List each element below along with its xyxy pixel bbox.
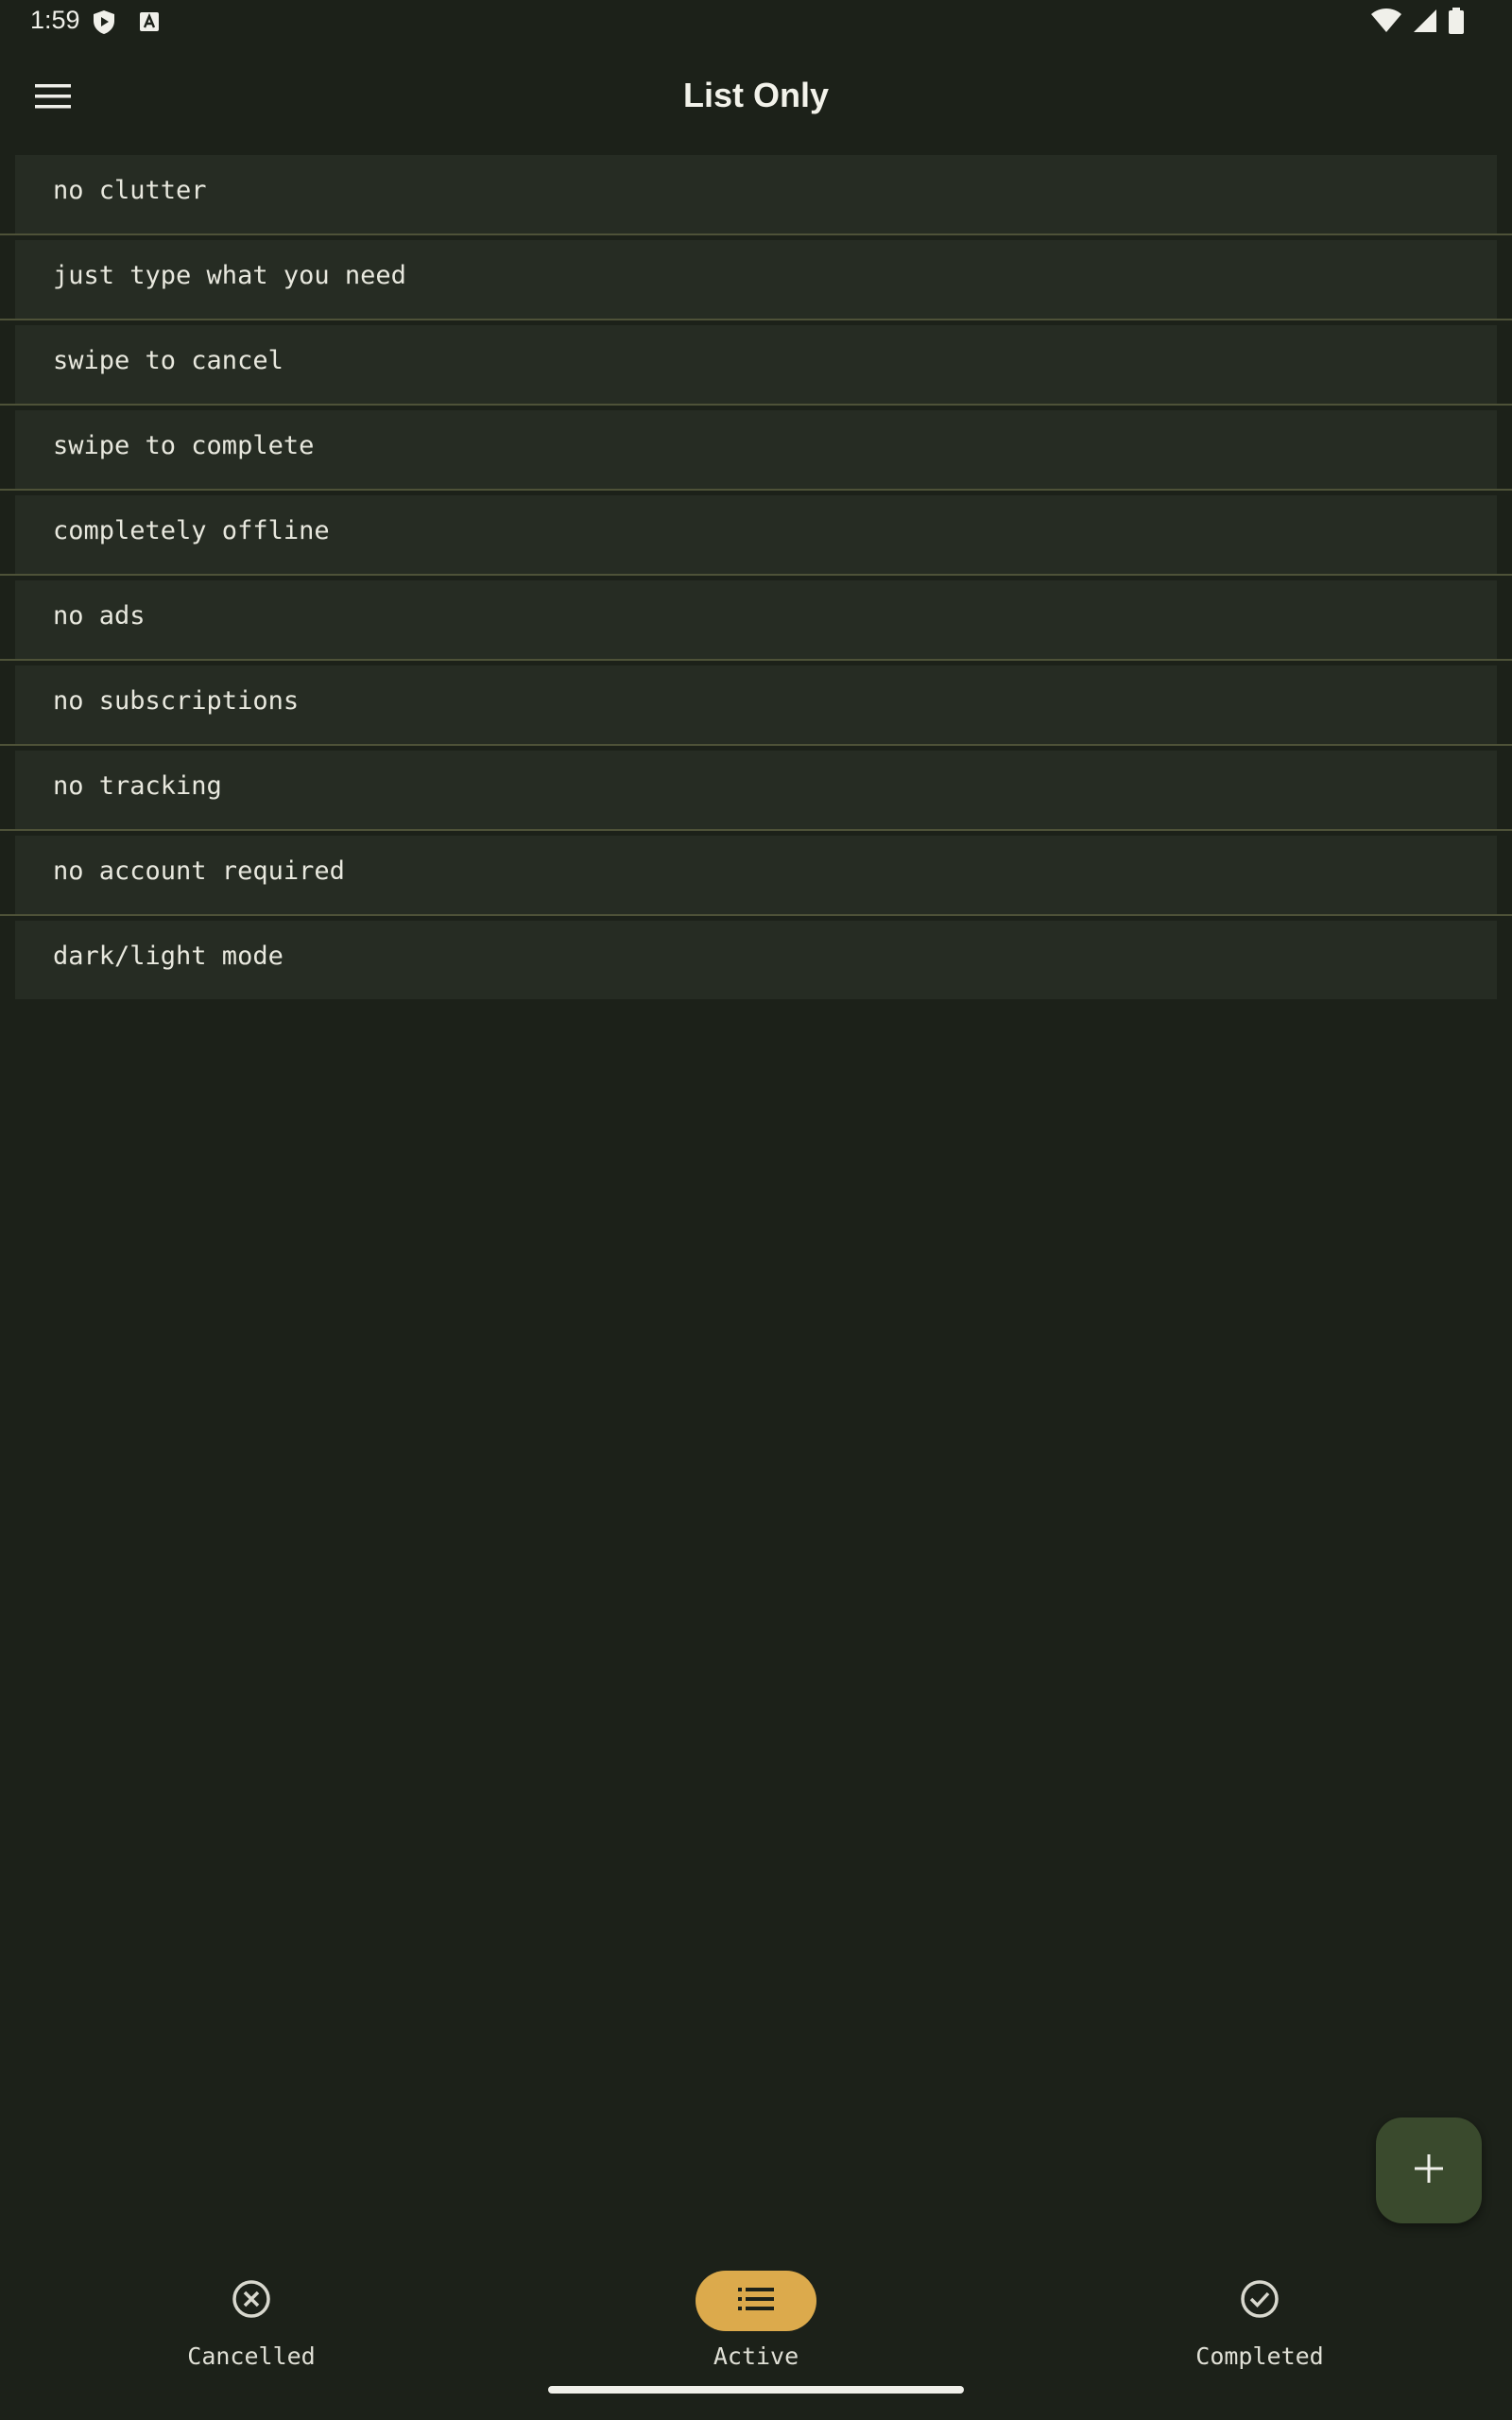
- page-title: List Only: [682, 76, 830, 114]
- task-card[interactable]: no account required: [15, 836, 1497, 914]
- task-text: no ads: [53, 601, 146, 631]
- add-task-button[interactable]: [1376, 2118, 1482, 2223]
- nav-indicator-active: [696, 2271, 816, 2331]
- battery-icon: [1448, 8, 1465, 39]
- nav-label: Active: [713, 2342, 799, 2370]
- keyboard-a-icon: [136, 9, 163, 35]
- divider: [0, 404, 1512, 406]
- task-card[interactable]: no clutter: [15, 155, 1497, 233]
- list-item[interactable]: no account required: [0, 836, 1512, 921]
- list-item[interactable]: dark/light mode: [0, 921, 1512, 1006]
- task-text: no account required: [53, 856, 345, 886]
- list-item[interactable]: completely offline: [0, 495, 1512, 580]
- divider: [0, 829, 1512, 831]
- divider: [0, 914, 1512, 916]
- task-text: just type what you need: [53, 261, 406, 290]
- task-text: swipe to cancel: [53, 346, 284, 375]
- check-circle-icon: [1239, 2278, 1280, 2325]
- wifi-icon: [1370, 8, 1402, 39]
- gesture-handle[interactable]: [548, 2386, 964, 2394]
- plus-icon: [1412, 2152, 1446, 2190]
- status-bar: 1:59: [0, 0, 1512, 45]
- bottom-navigation: Cancelled Active Completed: [0, 2240, 1512, 2382]
- task-text: no subscriptions: [53, 686, 300, 716]
- divider: [0, 489, 1512, 491]
- cancel-circle-icon: [231, 2278, 272, 2325]
- task-card[interactable]: no tracking: [15, 751, 1497, 829]
- divider: [0, 744, 1512, 746]
- task-card[interactable]: just type what you need: [15, 240, 1497, 319]
- status-time: 1:59: [30, 6, 80, 34]
- divider: [0, 319, 1512, 320]
- task-card[interactable]: swipe to cancel: [15, 325, 1497, 404]
- nav-indicator: [191, 2271, 312, 2331]
- task-text: completely offline: [53, 516, 330, 545]
- list-item[interactable]: no ads: [0, 580, 1512, 666]
- list-item[interactable]: swipe to complete: [0, 410, 1512, 495]
- list-item[interactable]: just type what you need: [0, 240, 1512, 325]
- play-protect-icon: [91, 9, 117, 35]
- nav-indicator: [1199, 2271, 1320, 2331]
- task-text: dark/light mode: [53, 942, 284, 971]
- nav-item-cancelled[interactable]: Cancelled: [110, 2256, 393, 2370]
- nav-item-active[interactable]: Active: [614, 2256, 898, 2370]
- list-item[interactable]: no clutter: [0, 155, 1512, 240]
- task-list: no clutter just type what you need swipe…: [0, 155, 1512, 1006]
- task-card[interactable]: swipe to complete: [15, 410, 1497, 489]
- task-card[interactable]: no ads: [15, 580, 1497, 659]
- divider: [0, 659, 1512, 661]
- cell-signal-icon: [1412, 8, 1438, 39]
- task-card[interactable]: dark/light mode: [15, 921, 1497, 999]
- list-item[interactable]: swipe to cancel: [0, 325, 1512, 410]
- task-card[interactable]: completely offline: [15, 495, 1497, 574]
- task-text: no tracking: [53, 771, 222, 801]
- list-icon: [738, 2286, 774, 2317]
- list-item[interactable]: no subscriptions: [0, 666, 1512, 751]
- task-text: swipe to complete: [53, 431, 315, 460]
- app-bar: List Only: [0, 45, 1512, 151]
- list-item[interactable]: no tracking: [0, 751, 1512, 836]
- nav-item-completed[interactable]: Completed: [1118, 2256, 1401, 2370]
- task-text: no clutter: [53, 176, 207, 205]
- divider: [0, 574, 1512, 576]
- divider: [0, 233, 1512, 235]
- task-card[interactable]: no subscriptions: [15, 666, 1497, 744]
- nav-label: Completed: [1195, 2342, 1324, 2370]
- nav-label: Cancelled: [187, 2342, 316, 2370]
